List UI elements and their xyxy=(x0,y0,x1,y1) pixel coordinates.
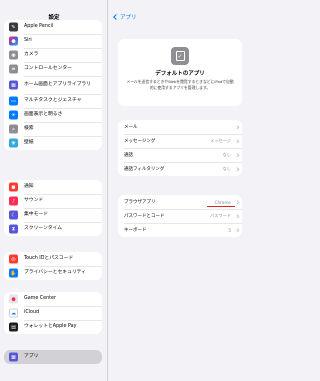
main-panel: アプリ ✓ デフォルトのアプリ メールを送信するときやWebを閲覧するときなどに… xyxy=(108,0,250,381)
highlight-underline xyxy=(207,205,235,207)
speaker-icon: ♪ xyxy=(9,196,18,206)
default-apps-list-other: ブラウザアプリ Chrome パスワードとコード パスワード キーボード 5 xyxy=(118,195,242,237)
sidebar-item-focus[interactable]: ☾ 集中モード xyxy=(4,208,102,222)
sidebar-item-game-center[interactable]: ● Game Center xyxy=(4,292,102,306)
sidebar-item-apps[interactable]: ▦ アプリ xyxy=(4,350,102,364)
hourglass-icon: ⧗ xyxy=(9,224,18,234)
sidebar-item-privacy[interactable]: ✋ プライバシーとセキュリティ xyxy=(4,266,102,280)
chevron-right-icon xyxy=(234,153,239,157)
sidebar-item-control-center[interactable]: ≡ コントロールセンター xyxy=(4,62,102,76)
row-mail[interactable]: メール xyxy=(118,120,242,134)
chevron-right-icon xyxy=(234,167,239,171)
sidebar-item-apple-pencil[interactable]: ✎ Apple Pencil xyxy=(4,20,102,34)
moon-icon: ☾ xyxy=(9,210,18,220)
row-call-filtering[interactable]: 通話フィルタリング なし xyxy=(118,162,242,176)
search-icon: ⌕ xyxy=(9,124,18,134)
sidebar-item-touch-id[interactable]: ◎ Touch IDとパスコード xyxy=(4,252,102,266)
fingerprint-icon: ◎ xyxy=(9,254,18,264)
hero-description: メールを送信するときやWebを閲覧するときなどにiPadで自動的に使用するアプリ… xyxy=(126,79,234,90)
sidebar-item-display[interactable]: ☀ 画面表示と明るさ xyxy=(4,108,102,122)
sidebar-group-apps: ▦ アプリ xyxy=(4,350,102,364)
cloud-icon: ☁ xyxy=(9,308,18,318)
bell-icon: ◼ xyxy=(9,182,18,192)
chevron-right-icon xyxy=(234,214,239,218)
sidebar-group-security: ◎ Touch IDとパスコード ✋ プライバシーとセキュリティ xyxy=(4,252,102,280)
sidebar-item-siri[interactable]: ● Siri xyxy=(4,34,102,48)
camera-icon: ◉ xyxy=(9,50,18,60)
sidebar-item-home-screen[interactable]: ▦ ホーム画面とアプリライブラリ xyxy=(4,76,102,94)
hand-icon: ✋ xyxy=(9,268,18,278)
back-label: アプリ xyxy=(120,15,137,21)
game-center-icon: ● xyxy=(9,294,18,304)
wallpaper-icon: ❀ xyxy=(9,138,18,148)
sidebar-group-notifications: ◼ 通知 ♪ サウンド ☾ 集中モード ⧗ スクリーンタイム xyxy=(4,180,102,236)
sidebar-item-wallpaper[interactable]: ❀ 壁紙 xyxy=(4,136,102,150)
sidebar-item-multitasking[interactable]: ▭ マルチタスクとジェスチャ xyxy=(4,94,102,108)
row-calls[interactable]: 通話 なし xyxy=(118,148,242,162)
back-button[interactable]: アプリ xyxy=(113,13,137,21)
brightness-icon: ☀ xyxy=(9,110,18,120)
chevron-left-icon xyxy=(113,14,119,20)
control-center-icon: ≡ xyxy=(9,64,18,74)
home-screen-icon: ▦ xyxy=(9,80,18,90)
sidebar-item-wallet[interactable]: ▤ ウォレットとApple Pay xyxy=(4,320,102,334)
sidebar-item-sounds[interactable]: ♪ サウンド xyxy=(4,194,102,208)
row-passwords[interactable]: パスワードとコード パスワード xyxy=(118,209,242,223)
pencil-icon: ✎ xyxy=(9,22,18,32)
default-apps-icon: ✓ xyxy=(171,47,189,65)
chevron-right-icon xyxy=(234,125,239,129)
sidebar-item-screen-time[interactable]: ⧗ スクリーンタイム xyxy=(4,222,102,236)
hero-card: ✓ デフォルトのアプリ メールを送信するときやWebを閲覧するときなどにiPad… xyxy=(118,39,242,106)
sidebar-item-camera[interactable]: ◉ カメラ xyxy=(4,48,102,62)
hero-title: デフォルトのアプリ xyxy=(155,71,205,77)
chevron-right-icon xyxy=(234,228,239,232)
row-browser-app[interactable]: ブラウザアプリ Chrome xyxy=(118,195,242,209)
default-apps-list-communication: メール メッセージング メッセージ 通話 なし 通話フィルタリング なし xyxy=(118,120,242,176)
row-keyboards[interactable]: キーボード 5 xyxy=(118,223,242,237)
sidebar-item-icloud[interactable]: ☁ iCloud xyxy=(4,306,102,320)
chevron-right-icon xyxy=(234,200,239,204)
row-messaging[interactable]: メッセージング メッセージ xyxy=(118,134,242,148)
siri-icon: ● xyxy=(9,36,18,46)
chevron-right-icon xyxy=(234,139,239,143)
sidebar: 設定 ✎ Apple Pencil ● Siri ◉ カメラ ≡ コントロールセ… xyxy=(0,0,108,381)
sidebar-group-general: ✎ Apple Pencil ● Siri ◉ カメラ ≡ コントロールセンター… xyxy=(4,20,102,150)
multitask-icon: ▭ xyxy=(9,96,18,106)
apps-icon: ▦ xyxy=(9,352,18,362)
sidebar-item-notifications[interactable]: ◼ 通知 xyxy=(4,180,102,194)
wallet-icon: ▤ xyxy=(9,322,18,332)
sidebar-item-search[interactable]: ⌕ 検索 xyxy=(4,122,102,136)
sidebar-group-accounts: ● Game Center ☁ iCloud ▤ ウォレットとApple Pay xyxy=(4,292,102,334)
